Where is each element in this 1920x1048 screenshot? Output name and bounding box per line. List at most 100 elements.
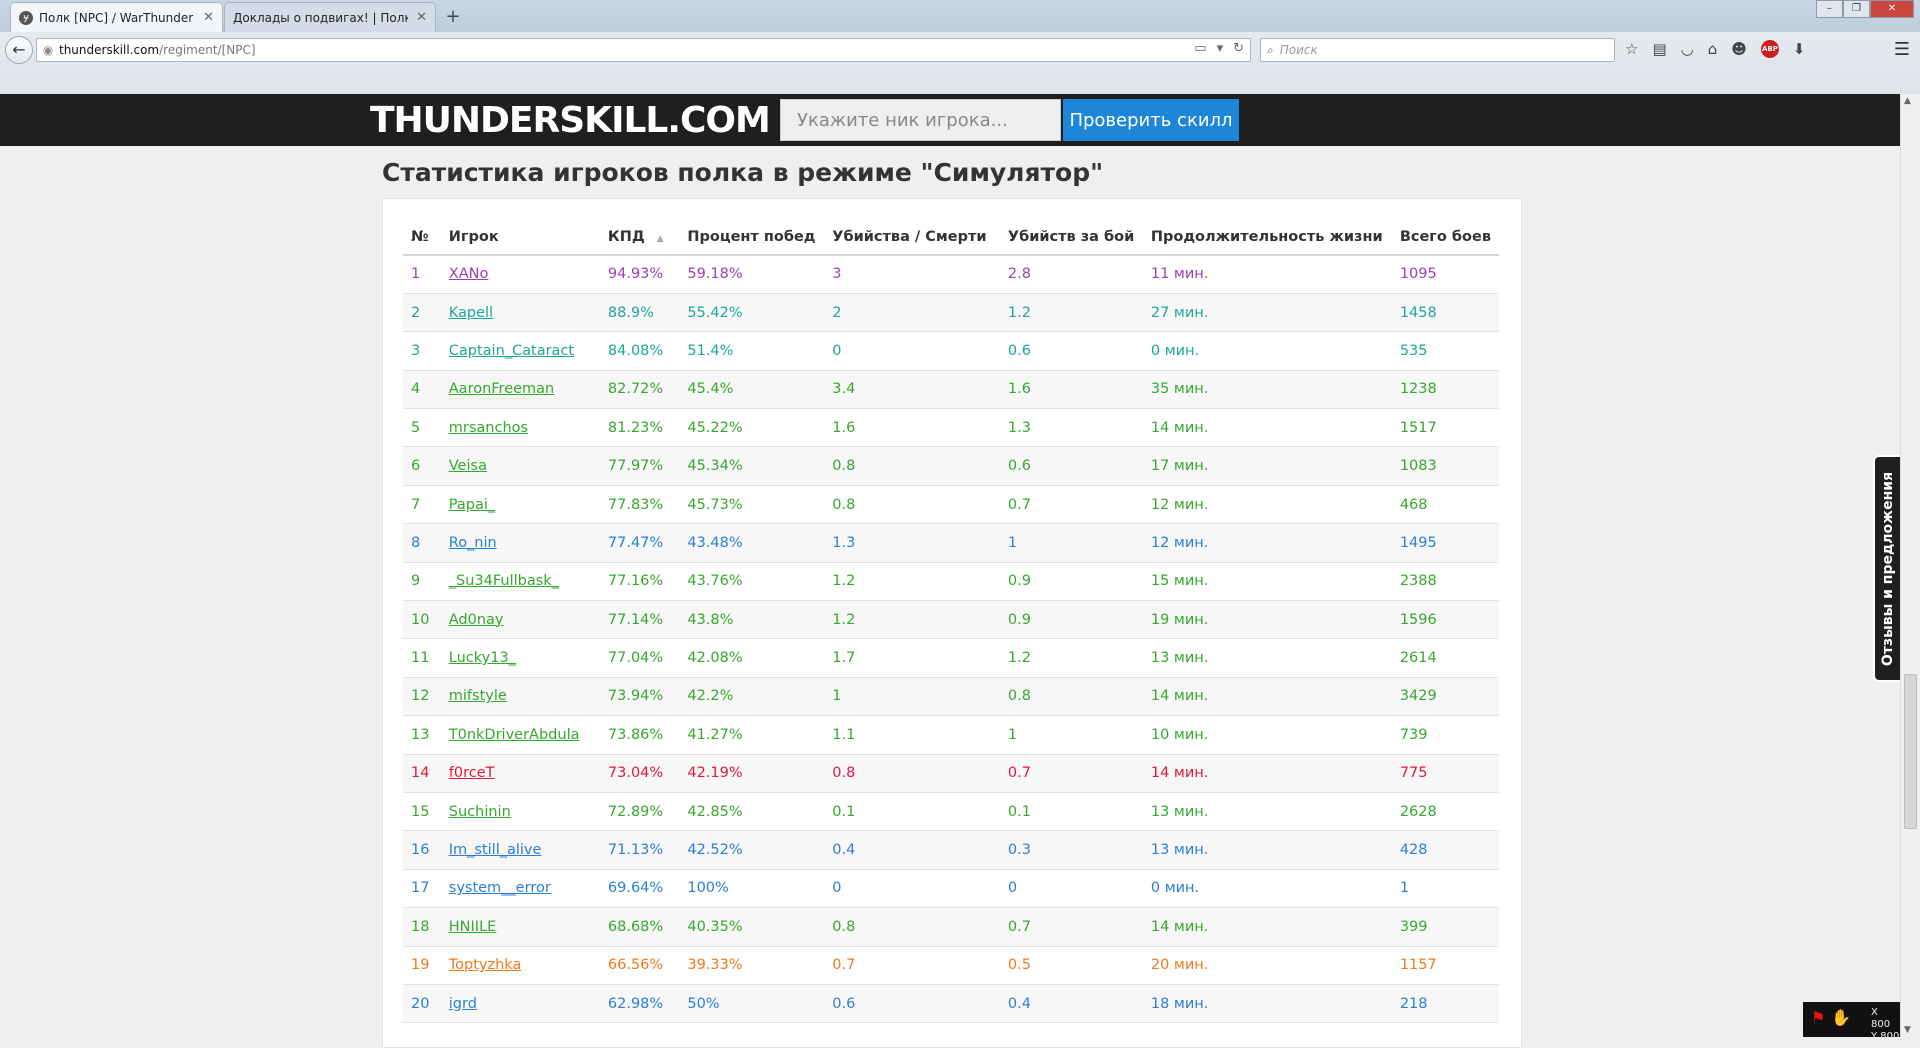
player-link[interactable]: mifstyle (449, 688, 507, 704)
kpd-value: 77.83% (599, 485, 680, 525)
kd-value: 1.7 (824, 638, 1000, 678)
player-link[interactable]: mrsanchos (449, 420, 528, 436)
scroll-down-icon[interactable]: ▼ (1904, 1025, 1911, 1035)
bookmark-star-icon[interactable]: ☆ (1625, 40, 1638, 58)
table-row: 13 T0nkDriverAbdula 73.86% 41.27% 1.1 1 10 мин… (403, 715, 1499, 755)
win-rate-value: 42.19% (679, 754, 825, 793)
player-link[interactable]: igrd (449, 996, 477, 1012)
search-bar[interactable]: ⌕ Поиск (1260, 38, 1615, 62)
col-total-battles[interactable]: Всего боев (1391, 219, 1499, 256)
lifetime-value: 14 мин. (1142, 907, 1392, 947)
stats-card: № Игрок КПД ▲ Процент побед Убийства / См… (382, 198, 1522, 1048)
url-host: thunderskill.com (59, 43, 160, 57)
player-link[interactable]: Toptyzhka (449, 957, 522, 973)
player-link[interactable]: Suchinin (449, 804, 511, 820)
table-row: 15 Suchinin 72.89% 42.85% 0.1 0.1 13 мин. 2628 (403, 792, 1499, 832)
row-number: 9 (403, 562, 441, 602)
win-rate-value: 45.4% (679, 370, 825, 410)
home-icon[interactable]: ⌂ (1708, 40, 1718, 58)
close-window-button[interactable]: ✕ (1870, 0, 1914, 18)
kills-per-battle-value: 1 (999, 523, 1143, 563)
col-player[interactable]: Игрок (440, 219, 600, 256)
col-lifetime[interactable]: Продолжительность жизни (1142, 219, 1392, 256)
bookmarks-list-icon[interactable]: ▤ (1652, 40, 1666, 58)
new-tab-button[interactable]: + (441, 5, 465, 29)
table-row: 11 Lucky13_ 77.04% 42.08% 1.7 1.2 13 мин. 2614 (403, 638, 1499, 678)
player-link[interactable]: Lucky13_ (449, 650, 516, 666)
player-link[interactable]: Ro_nin (449, 535, 497, 551)
close-tab-icon[interactable]: ✕ (416, 10, 427, 25)
col-number[interactable]: № (403, 219, 441, 256)
col-kills-per-battle[interactable]: Убийств за бой (999, 219, 1143, 256)
lifetime-value: 13 мин. (1142, 792, 1392, 832)
page-scrollbar[interactable]: ▲ ▼ (1900, 94, 1920, 1037)
player-link[interactable]: Im_still_alive (449, 842, 542, 858)
player-name: Toptyzhka (440, 946, 600, 985)
scrollbar-thumb[interactable] (1904, 674, 1917, 829)
row-number: 13 (403, 715, 441, 755)
browser-chrome: ɏ Полк [NPC] / WarThunder ✕ Доклады о по… (0, 0, 1920, 94)
total-battles-value: 1095 (1391, 255, 1499, 294)
hamburger-menu-icon[interactable]: ☰ (1894, 39, 1910, 60)
col-kpd[interactable]: КПД ▲ (599, 219, 680, 256)
overlay-hand-icon: ✋ (1831, 1008, 1852, 1027)
col-kd[interactable]: Убийства / Смерти (824, 219, 1000, 256)
player-link[interactable]: T0nkDriverAbdula (449, 727, 580, 743)
tab-reports[interactable]: Доклады о подвигах! | Полк N... ✕ (224, 2, 436, 32)
player-link[interactable]: AaronFreeman (449, 381, 554, 397)
kd-value: 1 (824, 677, 1000, 717)
scroll-up-icon[interactable]: ▲ (1904, 96, 1911, 106)
minimize-window-button[interactable]: – (1816, 0, 1843, 18)
maximize-window-button[interactable]: ❐ (1843, 0, 1870, 18)
player-link[interactable]: Kapell (449, 305, 493, 321)
lifetime-value: 17 мин. (1142, 446, 1392, 486)
reader-view-icon[interactable]: ▭ (1194, 41, 1206, 56)
site-logo[interactable]: THUNDERSKILL.COM (370, 100, 771, 141)
tab-regiment[interactable]: ɏ Полк [NPC] / WarThunder ✕ (10, 2, 223, 32)
download-icon[interactable]: ⬇ (1793, 40, 1806, 58)
kd-value: 0.8 (824, 446, 1000, 486)
player-name: igrd (440, 984, 600, 1024)
dropdown-arrow-icon[interactable]: ▾ (1217, 41, 1224, 56)
close-tab-icon[interactable]: ✕ (203, 10, 214, 25)
player-link[interactable]: Captain_Cataract (449, 343, 574, 359)
nav-bar: ← ◉ thunderskill.com /regiment/[NPC] ▭ ▾… (0, 34, 1920, 66)
player-link[interactable]: f0rceT (449, 765, 495, 781)
chat-icon[interactable]: ☻ (1731, 40, 1747, 58)
nickname-input[interactable] (780, 99, 1061, 141)
feedback-tab[interactable]: Отзывы и предложения (1873, 455, 1900, 682)
player-link[interactable]: system__error (449, 880, 551, 896)
player-link[interactable]: Veisa (449, 458, 487, 474)
pocket-icon[interactable]: ◡ (1681, 40, 1694, 58)
kpd-value: 84.08% (599, 331, 680, 371)
lifetime-value: 14 мин. (1142, 754, 1392, 793)
player-name: mrsanchos (440, 408, 600, 448)
toolbar-icons: ☆ ▤ ◡ ⌂ ☻ ABP ⬇ (1625, 40, 1805, 58)
player-link[interactable]: _Su34Fullbask_ (449, 573, 559, 589)
stats-table: № Игрок КПД ▲ Процент побед Убийства / См… (403, 219, 1499, 1024)
player-link[interactable]: XANo (449, 266, 489, 282)
player-name: Suchinin (440, 792, 600, 832)
check-skill-button[interactable]: Проверить скилл (1063, 99, 1239, 141)
total-battles-value: 468 (1391, 485, 1499, 525)
player-link[interactable]: HNIILE (449, 919, 497, 935)
search-icon: ⌕ (1267, 42, 1274, 57)
url-bar[interactable]: ◉ thunderskill.com /regiment/[NPC] ▭ ▾ ↻ (36, 38, 1251, 62)
kills-per-battle-value: 0.9 (999, 562, 1143, 602)
kills-per-battle-value: 0.4 (999, 984, 1143, 1024)
player-link[interactable]: Ad0nay (449, 612, 504, 628)
kd-value: 3.4 (824, 370, 1000, 410)
reload-icon[interactable]: ↻ (1233, 41, 1244, 56)
table-row: 9 _Su34Fullbask_ 77.16% 43.76% 1.2 0.9 15 мин.… (403, 562, 1499, 602)
kd-value: 0.8 (824, 754, 1000, 793)
adblock-icon[interactable]: ABP (1760, 40, 1779, 58)
kpd-value: 69.64% (599, 869, 680, 909)
kd-value: 1.2 (824, 562, 1000, 602)
col-win-rate[interactable]: Процент побед (679, 219, 825, 256)
lifetime-value: 35 мин. (1142, 370, 1392, 410)
win-rate-value: 43.76% (679, 562, 825, 602)
player-link[interactable]: Papai_ (449, 497, 495, 513)
table-row: 7 Papai_ 77.83% 45.73% 0.8 0.7 12 мин. 468 (403, 485, 1499, 525)
back-button[interactable]: ← (5, 36, 33, 64)
kills-per-battle-value: 0.5 (999, 946, 1143, 985)
